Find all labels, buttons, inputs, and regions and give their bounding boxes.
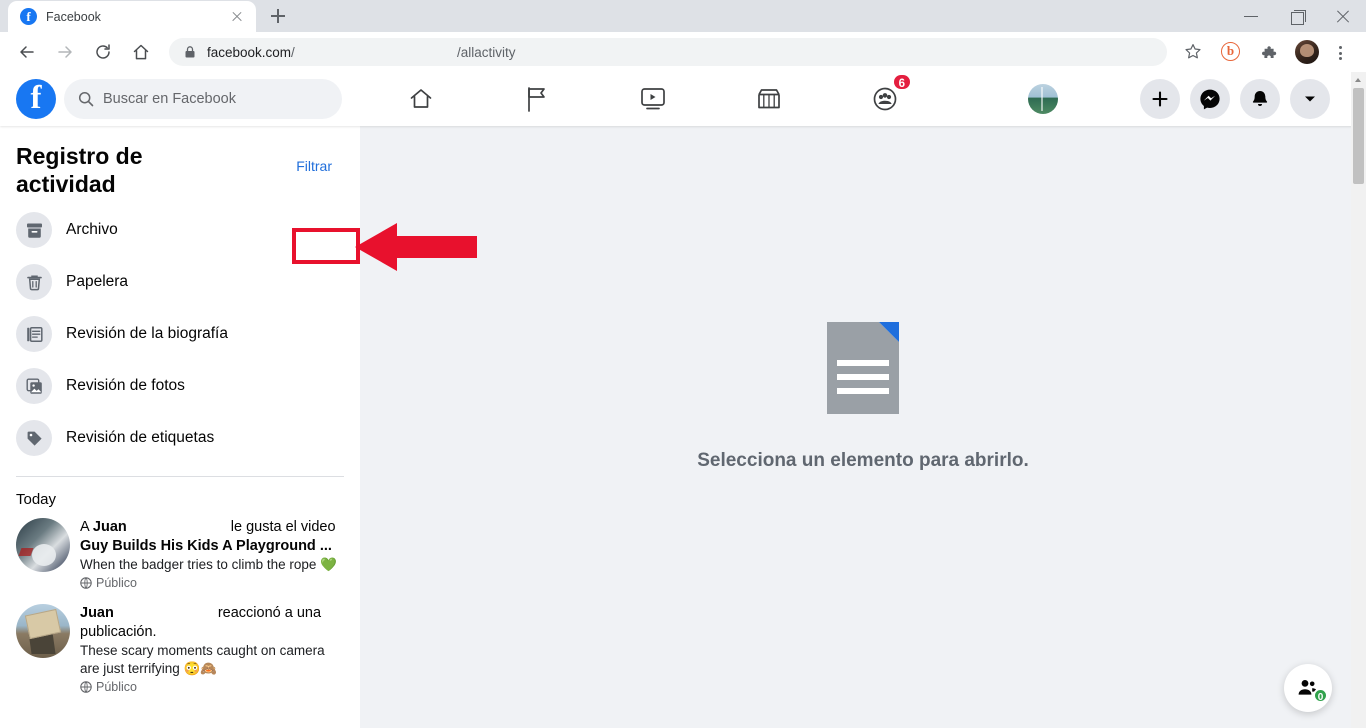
forward-arrow-icon[interactable] bbox=[49, 36, 81, 68]
chevron-down-icon[interactable] bbox=[1290, 79, 1330, 119]
actor-prefix: A bbox=[80, 519, 89, 535]
bell-icon[interactable] bbox=[1240, 79, 1280, 119]
sidebar-item-label: Revisión de fotos bbox=[66, 377, 185, 394]
puzzle-icon[interactable] bbox=[1255, 38, 1283, 66]
search-input[interactable]: Buscar en Facebook bbox=[64, 79, 342, 119]
search-placeholder: Buscar en Facebook bbox=[103, 91, 236, 107]
extension-b-icon[interactable]: b bbox=[1217, 38, 1245, 66]
back-arrow-icon[interactable] bbox=[11, 36, 43, 68]
status-badge: Público bbox=[80, 680, 346, 694]
sidebar-nav-list: Archivo Papelera Revisión de la biografí… bbox=[0, 198, 360, 464]
empty-state-text: Selecciona un elemento para abrirlo. bbox=[697, 450, 1029, 471]
nav-video-icon[interactable] bbox=[624, 77, 682, 121]
activity-action: reaccionó a una publicación. bbox=[80, 605, 322, 640]
minimize-icon[interactable] bbox=[1228, 0, 1274, 32]
address-bar-slash: / bbox=[291, 44, 295, 60]
tag-icon bbox=[16, 420, 52, 456]
browser-tab[interactable]: f Facebook bbox=[8, 1, 256, 32]
kebab-menu-icon[interactable] bbox=[1326, 38, 1354, 66]
privacy-label: Público bbox=[96, 576, 137, 590]
activity-snippet: These scary moments caught on camera are… bbox=[80, 643, 325, 676]
activity-actor-line: A Juan le gusta el video bbox=[80, 518, 346, 537]
avatar bbox=[16, 604, 70, 658]
archive-icon bbox=[16, 212, 52, 248]
trash-icon bbox=[16, 264, 52, 300]
maximize-icon[interactable] bbox=[1274, 0, 1320, 32]
search-icon bbox=[78, 91, 94, 107]
reload-icon[interactable] bbox=[87, 36, 119, 68]
sidebar-item-label: Archivo bbox=[66, 221, 118, 238]
home-icon[interactable] bbox=[125, 36, 157, 68]
activity-body: A Juan le gusta el video Guy Builds His K… bbox=[80, 518, 346, 590]
page-title: Registro de actividad bbox=[16, 143, 143, 197]
address-bar-domain: facebook.com bbox=[207, 44, 292, 60]
contacts-badge: 0 bbox=[1313, 688, 1328, 703]
activity-log-sidebar: Registro de actividad Filtrar Archivo Pa… bbox=[0, 126, 360, 728]
messenger-icon[interactable] bbox=[1190, 79, 1230, 119]
filter-wrapper: Filtrar bbox=[284, 150, 344, 182]
address-bar-path: /allactivity bbox=[457, 44, 516, 60]
scrollbar-thumb[interactable] bbox=[1353, 88, 1364, 184]
header-nav: 6 bbox=[392, 73, 914, 121]
document-icon bbox=[827, 322, 899, 414]
activity-snippet: When the badger tries to climb the rope … bbox=[80, 557, 337, 572]
list-item[interactable]: Juan reaccionó a una publicación. These s… bbox=[0, 600, 360, 704]
account-avatar[interactable] bbox=[1028, 84, 1058, 114]
browser-toolbar: facebook.com / /allactivity b bbox=[0, 32, 1366, 72]
avatar bbox=[16, 518, 70, 572]
sidebar-item-revision-etiquetas[interactable]: Revisión de etiquetas bbox=[0, 412, 360, 464]
sidebar-header: Registro de actividad Filtrar bbox=[0, 126, 360, 198]
page-content: Registro de actividad Filtrar Archivo Pa… bbox=[0, 126, 1366, 728]
sidebar-item-papelera[interactable]: Papelera bbox=[0, 256, 360, 308]
plus-icon[interactable] bbox=[1140, 79, 1180, 119]
page-scrollbar[interactable] bbox=[1351, 72, 1366, 728]
tab-title: Facebook bbox=[46, 9, 101, 24]
scroll-up-arrow-icon[interactable] bbox=[1351, 72, 1366, 88]
actor-name: Juan bbox=[92, 519, 127, 535]
list-item[interactable]: A Juan le gusta el video Guy Builds His K… bbox=[0, 514, 360, 600]
main-empty-state: Selecciona un elemento para abrirlo. 0 bbox=[360, 126, 1366, 728]
sidebar-item-label: Papelera bbox=[66, 273, 129, 290]
nav-groups-icon[interactable]: 6 bbox=[856, 73, 914, 121]
activity-action: le gusta el video bbox=[230, 519, 336, 535]
globe-icon bbox=[80, 577, 92, 589]
browser-window: f Facebook facebook.com / /allactivity b… bbox=[0, 0, 1366, 728]
privacy-label: Público bbox=[96, 680, 137, 694]
actor-name: Juan bbox=[80, 605, 114, 621]
nav-marketplace-icon[interactable] bbox=[740, 77, 798, 121]
status-badge: Público bbox=[80, 576, 346, 590]
nav-flag-icon[interactable] bbox=[508, 77, 566, 121]
sidebar-item-label: Revisión de etiquetas bbox=[66, 429, 215, 446]
sidebar-item-archivo[interactable]: Archivo bbox=[0, 204, 360, 256]
contacts-button[interactable]: 0 bbox=[1284, 664, 1332, 712]
facebook-icon: f bbox=[20, 8, 37, 25]
section-label: Today bbox=[16, 491, 57, 508]
sidebar-item-revision-biografia[interactable]: Revisión de la biografía bbox=[0, 308, 360, 360]
close-icon[interactable] bbox=[228, 8, 246, 26]
facebook-logo[interactable]: f bbox=[16, 79, 56, 119]
header-left: f Buscar en Facebook bbox=[0, 79, 360, 119]
groups-badge: 6 bbox=[891, 73, 912, 91]
window-controls bbox=[1228, 0, 1366, 32]
activity-actor-line: Juan reaccionó a una publicación. bbox=[80, 604, 346, 642]
timeline-icon bbox=[16, 316, 52, 352]
globe-icon bbox=[80, 681, 92, 693]
activity-body: Juan reaccionó a una publicación. These s… bbox=[80, 604, 346, 694]
address-bar[interactable]: facebook.com / /allactivity bbox=[169, 38, 1167, 66]
lock-icon bbox=[183, 45, 197, 59]
sidebar-item-revision-fotos[interactable]: Revisión de fotos bbox=[0, 360, 360, 412]
tab-strip: f Facebook bbox=[0, 0, 1366, 32]
close-window-icon[interactable] bbox=[1320, 0, 1366, 32]
new-tab-button[interactable] bbox=[264, 2, 292, 30]
facebook-header: f Buscar en Facebook 6 bbox=[0, 72, 1366, 126]
header-actions bbox=[1028, 79, 1366, 119]
photos-icon bbox=[16, 368, 52, 404]
filter-button[interactable]: Filtrar bbox=[284, 150, 344, 182]
nav-home-icon[interactable] bbox=[392, 77, 450, 121]
web-page: f Buscar en Facebook 6 Registro de activ… bbox=[0, 72, 1366, 728]
profile-avatar[interactable] bbox=[1293, 38, 1321, 66]
activity-title: Guy Builds His Kids A Playground ... bbox=[80, 538, 332, 554]
star-icon[interactable] bbox=[1179, 38, 1207, 66]
sidebar-item-label: Revisión de la biografía bbox=[66, 325, 228, 342]
